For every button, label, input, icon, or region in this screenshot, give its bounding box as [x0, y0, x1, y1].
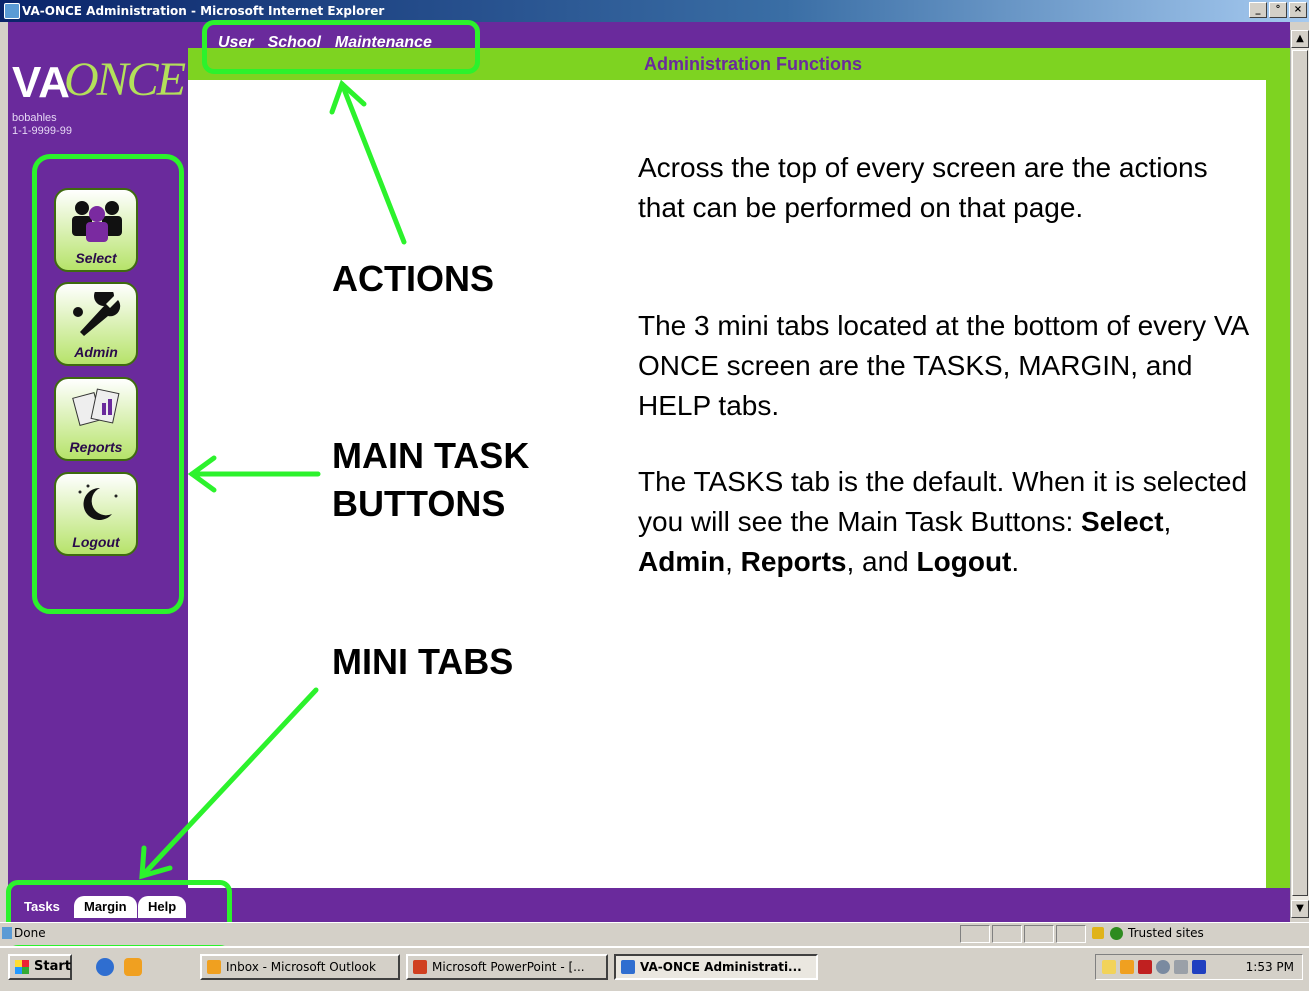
ati-tray-icon[interactable] [1138, 960, 1152, 974]
para3-sep3: , and [846, 546, 917, 577]
ie-icon [621, 960, 635, 974]
outlook-icon [207, 960, 221, 974]
task-buttons-highlight-box [32, 154, 184, 614]
connection-tray-icon[interactable] [1174, 960, 1188, 974]
clock: 1:53 PM [1245, 960, 1294, 974]
restore-button[interactable]: ° [1269, 2, 1287, 18]
para3-sep1: , [1163, 506, 1172, 537]
taskbar-item-label: VA-ONCE Administrati... [640, 960, 802, 974]
va-once-logo: VA ONCE [12, 40, 188, 120]
scroll-down-button[interactable]: ▼ [1291, 900, 1309, 918]
para3-end: . [1011, 546, 1020, 577]
shield-tray-icon[interactable] [1192, 960, 1206, 974]
user-info: bobahles 1-1-9999-99 [12, 112, 72, 138]
para3-admin: Admin [638, 546, 726, 577]
mini-tabs-annotation: MINI TABS [332, 641, 514, 682]
main-task-annotation-line2: BUTTONS [332, 483, 506, 524]
powerpoint-icon [413, 960, 427, 974]
mail-tray-icon[interactable] [1102, 960, 1116, 974]
page-done-icon [2, 927, 12, 939]
user-name: bobahles [12, 112, 57, 124]
status-pane [960, 925, 990, 943]
taskbar-item-outlook[interactable]: Inbox - Microsoft Outlook [200, 954, 400, 980]
windows-taskbar: Start Inbox - Microsoft Outlook Microsof… [0, 946, 1309, 991]
paragraph-mini-tabs: The 3 mini tabs located at the bottom of… [638, 310, 1248, 421]
paragraph-tasks: The TASKS tab is the default. When it is… [638, 462, 1258, 582]
logo-once: ONCE [64, 53, 186, 106]
status-panes [960, 925, 1086, 943]
scroll-thumb[interactable] [1292, 50, 1308, 896]
taskbar-item-va-once[interactable]: VA-ONCE Administrati... [614, 954, 818, 980]
window-title-bar: VA-ONCE Administration - Microsoft Inter… [0, 0, 1309, 22]
lock-icon [1092, 927, 1104, 939]
outlook-tray-icon[interactable] [1120, 960, 1134, 974]
window-title: VA-ONCE Administration - Microsoft Inter… [22, 4, 385, 18]
status-text: Done [14, 926, 46, 940]
user-id: 1-1-9999-99 [12, 125, 72, 137]
taskbar-item-powerpoint[interactable]: Microsoft PowerPoint - [... [406, 954, 608, 980]
close-button[interactable]: × [1289, 2, 1307, 18]
actions-highlight-box [202, 20, 480, 74]
para3-reports: Reports [740, 546, 847, 577]
outlook-quicklaunch-icon[interactable] [124, 958, 142, 976]
start-label: Start [34, 959, 71, 974]
actions-annotation: ACTIONS [332, 258, 494, 299]
taskbar-item-label: Inbox - Microsoft Outlook [226, 960, 376, 974]
taskbar-item-label: Microsoft PowerPoint - [... [432, 960, 585, 974]
start-button[interactable]: Start [8, 954, 72, 980]
status-pane [992, 925, 1022, 943]
para3-sep2: , [725, 546, 741, 577]
window-controls: _ ° × [1249, 2, 1307, 18]
main-task-annotation-line1: MAIN TASK [332, 435, 530, 476]
minimize-button[interactable]: _ [1249, 2, 1267, 18]
ie-quicklaunch-icon[interactable] [96, 958, 114, 976]
network-tray-icon[interactable] [1156, 960, 1170, 974]
status-bar: Done Trusted sites [0, 922, 1309, 945]
ie-icon [4, 3, 20, 19]
vertical-scrollbar[interactable]: ▲ ▼ [1290, 30, 1309, 918]
status-pane [1024, 925, 1054, 943]
logo-va: VA [12, 58, 70, 107]
windows-flag-icon [15, 960, 29, 974]
security-zone: Trusted sites [1128, 926, 1204, 940]
trusted-zone-icon [1110, 927, 1123, 940]
paragraph-actions: Across the top of every screen are the a… [638, 152, 1208, 223]
status-pane [1056, 925, 1086, 943]
para3-logout: Logout [916, 546, 1012, 577]
para3-select: Select [1081, 506, 1164, 537]
system-tray: 1:53 PM [1095, 954, 1303, 980]
scroll-up-button[interactable]: ▲ [1291, 30, 1309, 48]
